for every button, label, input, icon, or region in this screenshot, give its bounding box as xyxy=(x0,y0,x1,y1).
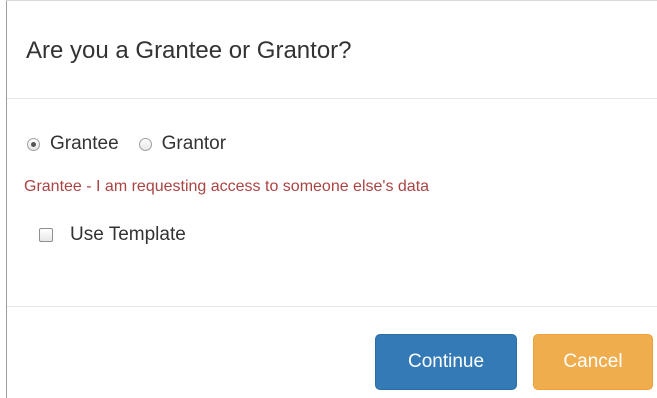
use-template-option[interactable]: Use Template xyxy=(39,223,186,247)
cancel-button[interactable]: Cancel xyxy=(533,334,653,390)
grantor-radio-label[interactable]: Grantor xyxy=(162,133,226,155)
grantee-radio-option[interactable]: Grantee xyxy=(27,133,119,155)
grantor-radio-button[interactable] xyxy=(138,137,152,151)
dialog-header: Are you a Grantee or Grantor? xyxy=(7,1,657,99)
role-help-text: Grantee - I am requesting access to some… xyxy=(24,178,430,195)
role-radio-group: Grantee Grantor xyxy=(27,132,226,156)
grantor-radio-option[interactable]: Grantor xyxy=(138,133,226,155)
dialog-body: Grantee Grantor Grantee - I am requestin… xyxy=(7,99,657,307)
dialog: Are you a Grantee or Grantor? Grantee Gr… xyxy=(0,0,657,398)
grantee-radio-button[interactable] xyxy=(27,137,40,151)
use-template-label[interactable]: Use Template xyxy=(70,224,186,246)
use-template-checkbox[interactable] xyxy=(39,228,53,242)
dialog-footer: Continue Cancel xyxy=(7,307,657,398)
continue-button[interactable]: Continue xyxy=(375,334,517,390)
dialog-title: Are you a Grantee or Grantor? xyxy=(26,37,352,64)
grantee-radio-label[interactable]: Grantee xyxy=(50,133,119,155)
